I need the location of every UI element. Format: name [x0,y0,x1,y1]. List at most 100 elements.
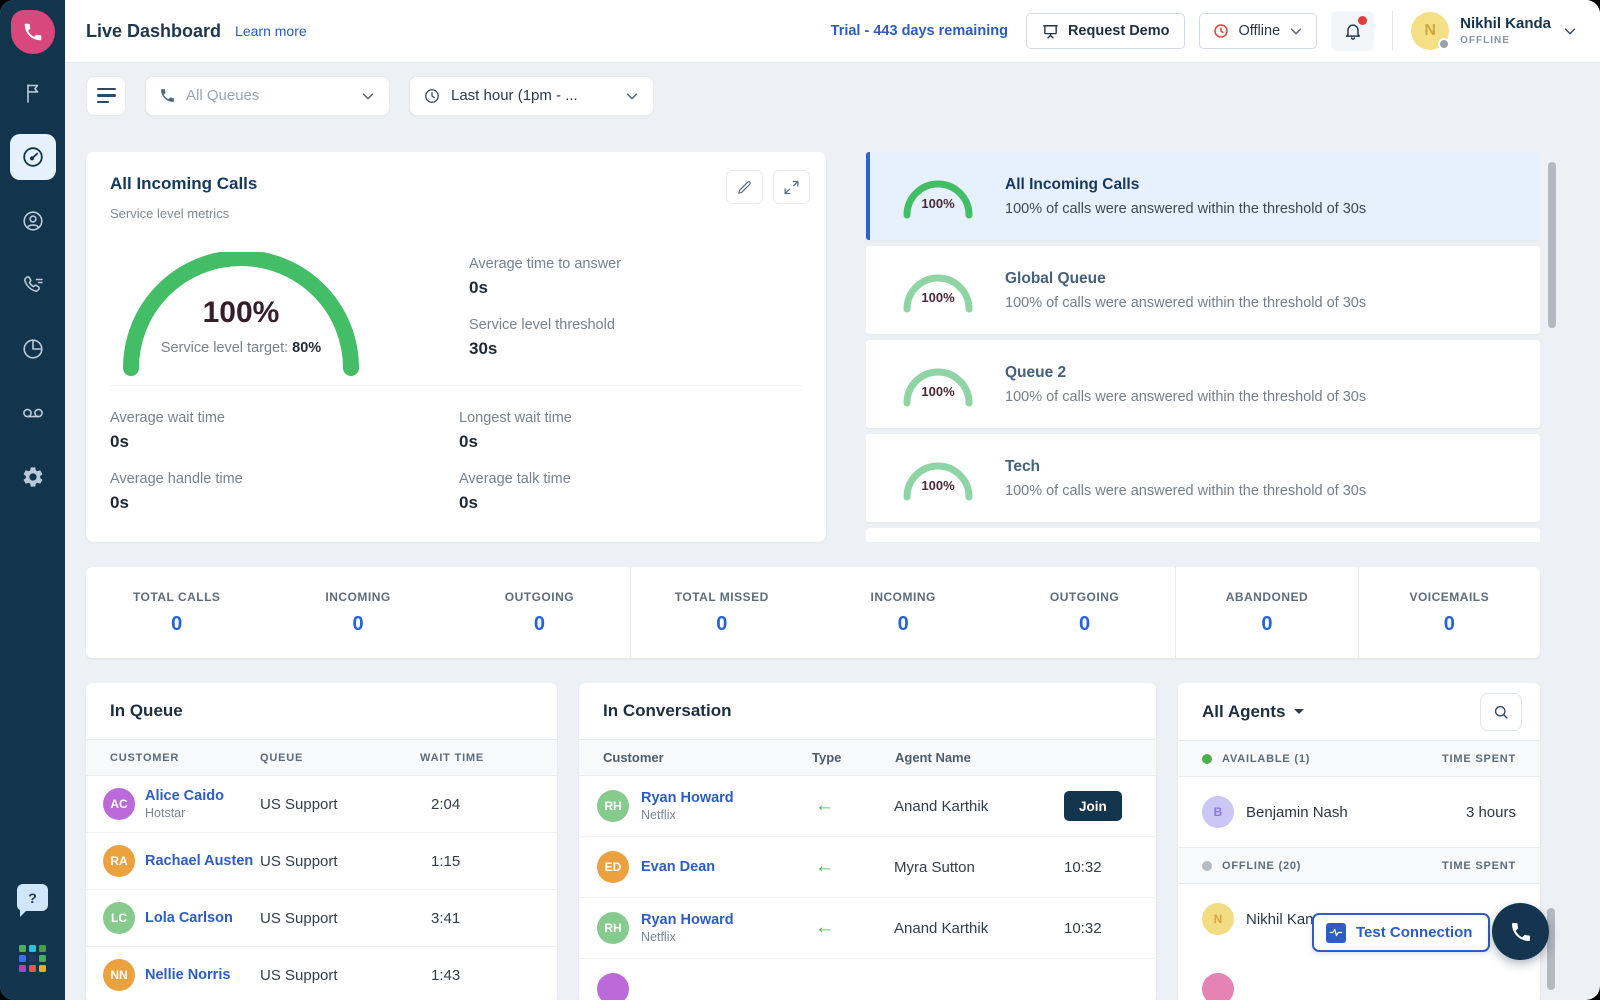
queue-cell: US Support [260,910,431,927]
active-nav-highlight [10,134,56,180]
phone-logo-icon [22,21,44,43]
queue-summary-item[interactable]: 100% Tech 100% of calls were answered wi… [866,434,1540,522]
column-header: Agent Name [895,750,971,765]
request-demo-button[interactable]: Request Demo [1026,13,1186,49]
join-call-button[interactable]: Join [1064,791,1122,821]
sidebar-item-settings[interactable] [20,464,46,490]
trial-banner: Trial - 443 days remaining [831,23,1008,39]
top-bar: Live Dashboard Learn more Trial - 443 da… [65,0,1600,63]
customer-link[interactable]: Rachael Austen [145,853,253,870]
agent-row-clipped[interactable] [1178,954,1540,1000]
sidebar-item-call-metrics[interactable] [20,272,46,298]
queue-phone-icon [159,87,176,104]
table-row-clipped[interactable] [579,959,1156,1000]
edit-widget-button[interactable] [726,170,763,204]
wait-time-cell: 2:04 [431,796,460,813]
customer-link[interactable]: Evan Dean [641,859,715,876]
customer-link[interactable]: Ryan Howard [641,790,734,807]
expand-widget-button[interactable] [773,170,810,204]
stat-value: 0 [716,613,727,636]
stat-label: ABANDONED [1226,590,1309,604]
queue-summary-item[interactable]: 100% Global Queue 100% of calls were ans… [866,246,1540,334]
agent-search-button[interactable] [1480,693,1522,731]
mini-gauge: 100% [899,267,977,313]
dialer-fab[interactable] [1492,903,1549,960]
chevron-down-icon [360,89,376,103]
time-spent-header: TIME SPENT [1442,753,1516,765]
user-status: OFFLINE [1460,35,1551,46]
sidebar-item-dashboard[interactable] [20,144,46,170]
sidebar-item-campaigns[interactable] [20,80,46,106]
metric-label: Service level threshold [469,317,621,333]
sidebar-item-contacts[interactable] [20,208,46,234]
customer-link[interactable]: Ryan Howard [641,912,734,929]
test-connection-button[interactable]: Test Connection [1312,913,1490,952]
table-row[interactable]: NN Nellie Norris US Support 1:43 [86,947,557,1000]
table-row[interactable]: RA Rachael Austen US Support 1:15 [86,833,557,890]
metric-label: Average wait time [110,410,459,426]
stat-label: OUTGOING [505,590,574,604]
user-name: Nikhil Kanda [1460,16,1551,33]
incoming-arrow-icon: ← [811,917,894,939]
customer-company: Netflix [641,808,734,822]
metric-block: Average handle time 0s [110,471,459,532]
presence-label: Offline [1238,23,1280,39]
column-header: CUSTOMER [110,752,260,764]
mini-gauge: 100% [899,361,977,407]
wait-time-cell: 3:41 [431,910,460,927]
learn-more-link[interactable]: Learn more [235,23,307,39]
queue-summary-desc: 100% of calls were answered within the t… [1005,483,1366,499]
in-queue-header: CUSTOMER QUEUE WAIT TIME [86,739,557,776]
queue-summary-item[interactable]: 100% Queue 2 100% of calls were answered… [866,340,1540,428]
notifications-button[interactable] [1331,11,1374,51]
table-row[interactable]: RH Ryan Howard Netflix ← Anand Karthik J… [579,776,1156,837]
stat-label: OUTGOING [1050,590,1119,604]
metric-value: 0s [459,493,802,513]
queues-filter-dropdown[interactable]: All Queues [145,76,390,116]
help-icon[interactable]: ? [17,884,48,911]
avatar: RH [597,790,629,822]
mini-gauge-percent: 100% [899,478,977,493]
flag-icon [21,81,45,105]
agents-filter-dropdown[interactable]: All Agents [1202,702,1304,722]
scrollbar-thumb[interactable] [1547,908,1555,990]
customer-link[interactable]: Alice Caido [145,788,224,805]
agent-row[interactable]: B Benjamin Nash 3 hours [1178,777,1540,847]
app-switcher-icon[interactable] [19,945,46,972]
time-range-dropdown[interactable]: Last hour (1pm - ... [409,76,654,116]
chevron-down-icon [1562,24,1578,38]
stat-value: 0 [898,613,909,636]
service-level-card: All Incoming Calls Service level metrics [86,152,826,542]
stat-voicemails: VOICEMAILS 0 [1359,567,1540,658]
service-level-gauge: 100% Service level target:80% [116,252,366,377]
sidebar-item-reports[interactable] [20,336,46,362]
phone-icon [1509,920,1533,944]
table-row[interactable]: RH Ryan Howard Netflix ← Anand Karthik 1… [579,898,1156,959]
scrollbar-thumb[interactable] [1548,162,1556,328]
column-header: Type [812,750,895,765]
metric-label: Average talk time [459,471,802,487]
freshcaller-logo[interactable] [11,10,55,54]
table-row[interactable]: ED Evan Dean ← Myra Sutton 10:32 [579,837,1156,898]
in-queue-title: In Queue [86,683,557,739]
mini-gauge-percent: 100% [899,290,977,305]
section-label: OFFLINE (20) [1222,860,1301,872]
sidebar-item-voicemail[interactable] [20,400,46,426]
presence-dot [1438,38,1450,50]
avatar: ED [597,851,629,883]
queue-summary-item-clipped[interactable] [866,528,1540,542]
dashboard-content: All Incoming Calls Service level metrics [65,128,1600,1000]
customer-link[interactable]: Nellie Norris [145,967,230,984]
collapse-menu-button[interactable] [86,76,126,116]
queue-cell: US Support [260,853,431,870]
in-conversation-title: In Conversation [579,683,1156,739]
table-row[interactable]: LC Lola Carlson US Support 3:41 [86,890,557,947]
presence-dropdown[interactable]: Offline [1199,13,1317,49]
dashboard-icon [21,145,45,169]
customer-link[interactable]: Lola Carlson [145,910,233,927]
agents-section-available: AVAILABLE (1) TIME SPENT [1178,740,1540,777]
table-row[interactable]: AC Alice Caido Hotstar US Support 2:04 [86,776,557,833]
metric-label: Longest wait time [459,410,802,426]
user-menu[interactable]: N Nikhil Kanda OFFLINE [1411,12,1578,50]
queue-summary-item[interactable]: 100% All Incoming Calls 100% of calls we… [866,152,1540,240]
